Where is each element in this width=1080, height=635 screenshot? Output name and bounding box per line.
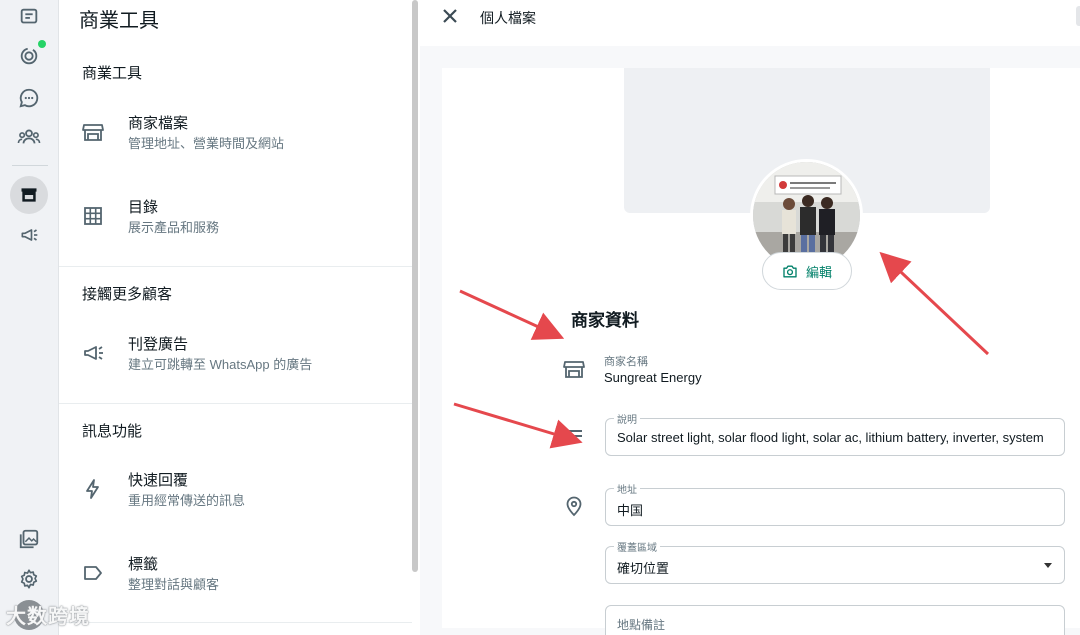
navigation-rail [0,0,59,635]
section-heading-business-tools: 商業工具 [82,65,143,82]
tool-item-description: 建立可跳轉至 WhatsApp 的廣告 [128,357,313,372]
description-lines-icon [566,430,582,442]
header-scroll-indicator [1076,6,1080,26]
tool-item-quick-replies[interactable]: 快速回覆 重用經常傳送的訊息 [59,469,412,529]
edit-photo-label: 編輯 [805,264,832,280]
location-note-placeholder: 地點備註 [614,616,669,633]
description-field-value: Solar street light, solar flood light, s… [617,430,1044,445]
tool-item-label: 商家檔案 [128,115,189,132]
description-field-label: 說明 [614,411,640,426]
business-tools-panel: 商業工具 商業工具 商家檔案 管理地址、營業時間及網站 目錄 展示產品和服務 接… [59,0,415,635]
section-title-business-info: 商家資料 [571,311,639,330]
chevron-down-icon [1044,563,1052,568]
business-name-label: 商家名稱 [604,356,648,368]
profile-title: 個人檔案 [480,10,536,26]
channels-icon[interactable] [10,79,48,117]
lightning-icon [86,479,99,499]
business-name-value[interactable]: Sungreat Energy [604,370,702,385]
tool-item-description: 管理地址、營業時間及網站 [128,136,285,151]
panel-title: 商業工具 [79,10,159,32]
storefront-icon [563,361,585,378]
settings-gear-icon[interactable] [10,560,48,598]
watermark-text: 大数跨境 [6,606,90,628]
edit-photo-button[interactable]: 編輯 [762,252,852,290]
tool-item-labels[interactable]: 標籤 整理對話與顧客 [59,553,412,613]
catalog-grid-icon [84,207,102,225]
chats-icon[interactable] [10,0,48,36]
storefront-icon [82,124,104,141]
location-pin-icon [566,496,582,517]
megaphone-icon [84,346,103,360]
advertise-icon[interactable] [10,216,48,254]
section-heading-reach-customers: 接觸更多顧客 [82,286,173,303]
camera-icon [783,265,797,278]
section-heading-messaging: 訊息功能 [82,423,143,440]
communities-icon[interactable] [10,118,48,156]
media-gallery-icon[interactable] [10,520,48,558]
tool-item-description: 整理對話與顧客 [128,577,220,592]
tools-scrollbar[interactable] [412,0,418,572]
tool-item-description: 展示產品和服務 [128,220,220,235]
label-icon [84,566,102,580]
location-note-field[interactable]: 地點備註 [605,605,1065,635]
business-profile-card: 編輯 商家資料 商家名稱 Sungreat Energy 說明 Solar st… [442,68,1080,635]
tool-item-advertise[interactable]: 刊登廣告 建立可跳轉至 WhatsApp 的廣告 [59,333,412,393]
tool-item-label: 刊登廣告 [128,336,189,353]
tool-item-label: 標籤 [128,556,159,573]
tool-item-business-profile[interactable]: 商家檔案 管理地址、營業時間及網站 [59,112,412,172]
address-field-label: 地址 [614,481,640,496]
business-tools-icon[interactable] [10,176,48,214]
address-field-value: 中国 [617,503,644,518]
profile-header: 個人檔案 [420,0,1080,46]
tool-item-label: 目錄 [128,199,159,216]
service-area-value: 確切位置 [617,561,670,576]
tool-item-label: 快速回覆 [128,472,189,489]
service-area-label: 覆蓋區域 [614,539,660,554]
address-field[interactable]: 地址 中国 [605,481,1065,526]
tool-item-catalog[interactable]: 目錄 展示產品和服務 [59,196,412,256]
service-area-select[interactable]: 覆蓋區域 確切位置 [605,539,1065,584]
status-notification-dot [38,40,46,48]
tool-item-description: 重用經常傳送的訊息 [128,493,246,508]
close-icon[interactable] [440,6,460,26]
description-field[interactable]: 說明 Solar street light, solar flood light… [605,411,1065,456]
profile-panel: 個人檔案 編輯 商家資料 商家名稱 Sungreat Energy 說明 Sol… [420,0,1080,635]
